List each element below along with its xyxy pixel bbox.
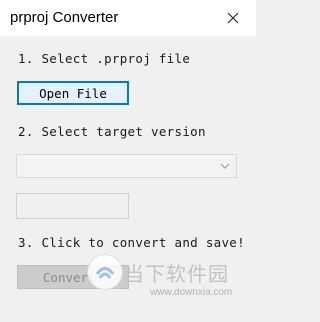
watermark-logo-icon	[87, 254, 123, 290]
step3-label: 3. Click to convert and save!	[18, 235, 245, 250]
window-title: prproj Converter	[10, 9, 119, 26]
watermark-brand: 当下软件园	[124, 262, 229, 286]
title-bar: prproj Converter	[0, 0, 256, 36]
close-icon	[227, 12, 239, 24]
watermark-url: www.downxia.com	[150, 287, 233, 298]
step1-label: 1. Select .prproj file	[18, 51, 191, 66]
step2-label: 2. Select target version	[18, 124, 206, 139]
close-button[interactable]	[210, 0, 256, 36]
chevron-down-icon	[220, 163, 230, 169]
version-dropdown[interactable]	[16, 154, 237, 178]
version-textbox[interactable]	[16, 193, 129, 219]
open-file-button[interactable]: Open File	[17, 81, 129, 105]
